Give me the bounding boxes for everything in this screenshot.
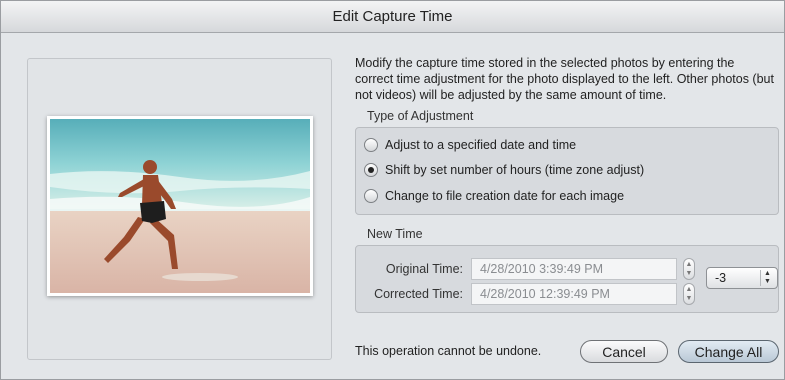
- undo-warning: This operation cannot be undone.: [355, 344, 542, 358]
- window-title: Edit Capture Time: [332, 8, 453, 25]
- photo-preview: [47, 116, 313, 296]
- original-time-label: Original Time:: [385, 262, 463, 276]
- stepper-arrows-icon: ▲ ▼: [683, 258, 695, 280]
- option-label: Shift by set number of hours (time zone …: [385, 163, 645, 177]
- cancel-button[interactable]: Cancel: [580, 340, 668, 363]
- popup-arrows-icon: ▲ ▼: [760, 270, 774, 286]
- radio-button-selected[interactable]: [364, 163, 378, 177]
- adjustment-group-label: Type of Adjustment: [367, 109, 474, 123]
- instructions-text: Modify the capture time stored in the se…: [355, 56, 774, 102]
- option-adjust-specified[interactable]: Adjust to a specified date and time: [364, 138, 576, 152]
- radio-button[interactable]: [364, 189, 378, 203]
- option-label: Change to file creation date for each im…: [385, 189, 625, 203]
- hour-offset-value: -3: [715, 271, 727, 285]
- corrected-time-field: 4/28/2010 12:39:49 PM: [471, 283, 677, 305]
- radio-button[interactable]: [364, 138, 378, 152]
- option-shift-hours[interactable]: Shift by set number of hours (time zone …: [364, 163, 644, 177]
- edit-capture-time-dialog: Edit Capture Time Modify the capture tim…: [0, 0, 785, 380]
- option-label: Adjust to a specified date and time: [385, 138, 577, 152]
- window-titlebar: Edit Capture Time: [1, 1, 784, 33]
- corrected-time-label: Corrected Time:: [374, 287, 463, 301]
- new-time-group-label: New Time: [367, 227, 423, 241]
- hour-offset-select[interactable]: -3 ▲ ▼: [706, 267, 778, 289]
- option-file-creation-date[interactable]: Change to file creation date for each im…: [364, 189, 624, 203]
- original-time-field: 4/28/2010 3:39:49 PM: [471, 258, 677, 280]
- beach-runner-photo: [50, 119, 310, 293]
- change-all-button[interactable]: Change All: [678, 340, 779, 363]
- stepper-arrows-icon: ▲ ▼: [683, 283, 695, 305]
